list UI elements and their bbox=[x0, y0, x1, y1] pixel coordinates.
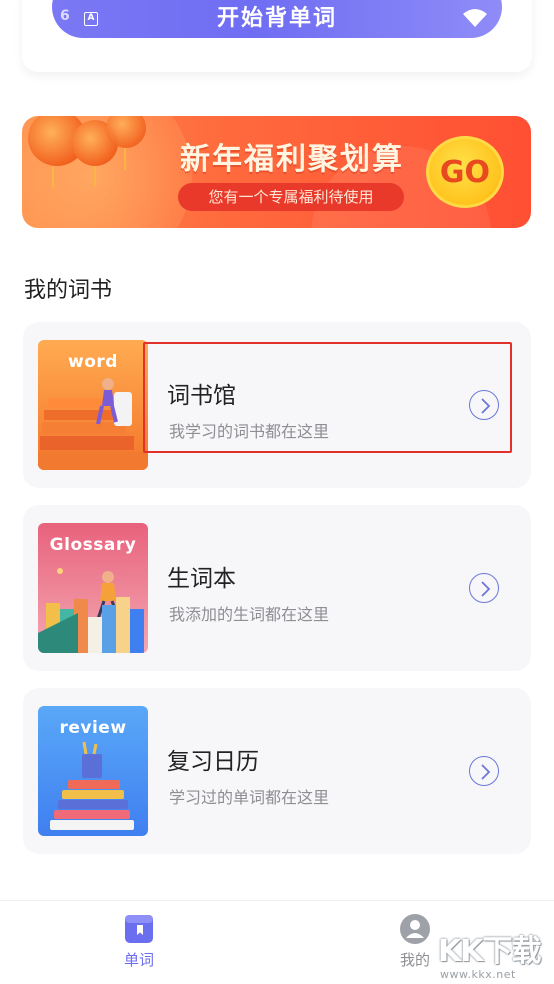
font-icon: A bbox=[84, 12, 98, 26]
start-left-number: 6 bbox=[60, 8, 70, 24]
banner-subtitle: 您有一个专属福利待使用 bbox=[178, 183, 404, 211]
watermark-url: www.kkx.net bbox=[440, 968, 516, 981]
word-cover-image: word bbox=[38, 340, 148, 470]
book-subtitle: 学习过的单词都在这里 bbox=[169, 788, 330, 807]
go-button[interactable]: GO bbox=[426, 136, 504, 208]
review-cover-image: review bbox=[38, 706, 148, 836]
chevron-right-icon[interactable] bbox=[469, 573, 499, 603]
book-title: 复习日历 bbox=[167, 749, 259, 775]
book-title: 生词本 bbox=[167, 566, 236, 592]
book-card-glossary[interactable]: Glossary 生词本 我添加的生词都在这里 bbox=[23, 505, 531, 671]
watermark-text: KK下载 bbox=[438, 934, 541, 969]
book-subtitle: 我添加的生词都在这里 bbox=[169, 605, 330, 624]
new-year-promo-banner[interactable]: 新年福利聚划算 您有一个专属福利待使用 GO bbox=[22, 116, 531, 228]
book-title: 词书馆 bbox=[167, 383, 236, 409]
start-learning-label: 开始背单词 bbox=[216, 6, 337, 31]
nav-item-word[interactable]: 单词 bbox=[99, 913, 179, 970]
nav-label-word: 单词 bbox=[123, 951, 154, 969]
book-card-review[interactable]: review 复习日历 学习过的单词都在这里 bbox=[23, 688, 531, 854]
chevron-right-icon[interactable] bbox=[469, 390, 499, 420]
user-icon bbox=[400, 914, 430, 944]
book-icon bbox=[125, 915, 153, 943]
glossary-cover-image: Glossary bbox=[38, 523, 148, 653]
watermark-logo: KK下载 www.kkx.net bbox=[428, 926, 554, 984]
book-subtitle: 我学习的词书都在这里 bbox=[169, 422, 330, 441]
section-title: 我的词书 bbox=[24, 278, 113, 303]
start-learning-button[interactable]: 6 A 开始背单词 bbox=[52, 0, 502, 38]
book-card-library[interactable]: word 词书馆 我学习的词书都在这里 bbox=[23, 322, 531, 488]
chevron-right-icon[interactable] bbox=[469, 756, 499, 786]
banner-title: 新年福利聚划算 bbox=[180, 142, 404, 177]
wifi-icon bbox=[463, 9, 487, 27]
